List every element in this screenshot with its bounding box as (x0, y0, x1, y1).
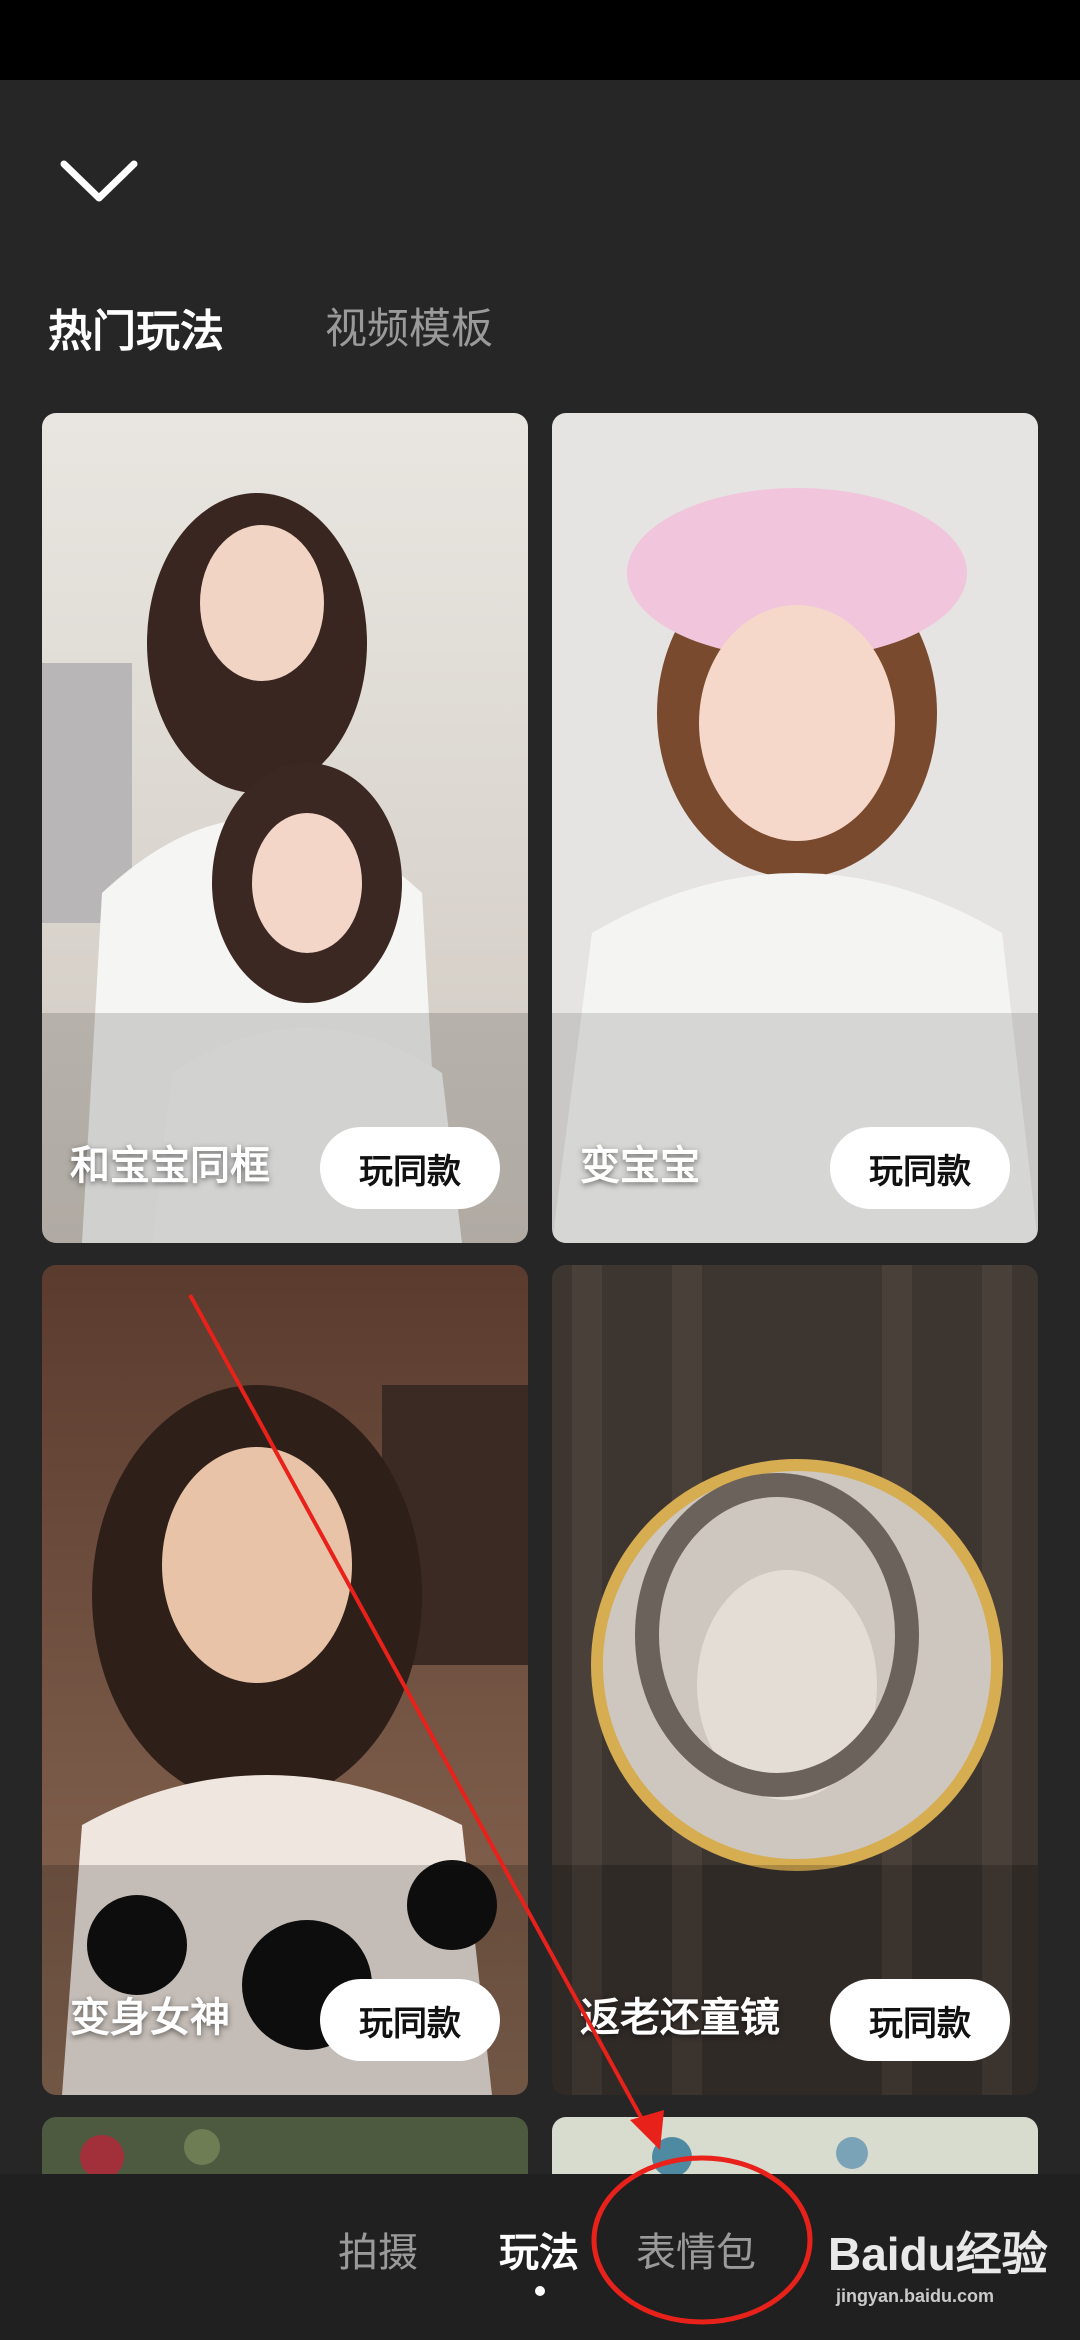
play-same-button[interactable]: 玩同款 (830, 1127, 1010, 1209)
nav-effects[interactable]: 玩法 (499, 2220, 579, 2278)
card-thumbnail (552, 413, 1038, 1243)
active-indicator (535, 2286, 545, 2296)
play-same-button[interactable]: 玩同款 (830, 1979, 1010, 2061)
watermark-logo: Baidu经验 (828, 2228, 1048, 2280)
card-thumbnail (552, 2117, 1038, 2177)
collapse-button[interactable] (58, 150, 140, 210)
watermark-url: jingyan.baidu.com (836, 2286, 995, 2306)
tab-video-templates[interactable]: 视频模板 (325, 295, 493, 356)
watermark: Baidu经验 jingyan.baidu.com (828, 2218, 1048, 2307)
card-title: 和宝宝同框 (70, 1144, 270, 1188)
effect-card[interactable]: 和宝宝同框 玩同款 (42, 413, 528, 1243)
card-title: 返老还童镜 (580, 1996, 780, 2040)
card-title: 变身女神 (70, 1996, 230, 2040)
card-thumbnail (42, 413, 528, 1243)
effect-card[interactable]: 变宝宝 玩同款 (552, 413, 1038, 1243)
effect-card[interactable] (42, 2117, 528, 2177)
nav-stickers[interactable]: 表情包 (636, 2220, 756, 2278)
nav-shoot[interactable]: 拍摄 (338, 2220, 418, 2278)
status-bar (0, 0, 1080, 80)
effect-card[interactable] (552, 2117, 1038, 2177)
chevron-down-icon (60, 160, 138, 202)
card-title: 变宝宝 (580, 1144, 700, 1188)
card-thumbnail (42, 1265, 528, 2095)
effect-card[interactable]: 变身女神 玩同款 (42, 1265, 528, 2095)
play-same-button[interactable]: 玩同款 (320, 1979, 500, 2061)
tab-hot-effects[interactable]: 热门玩法 (48, 295, 224, 359)
play-same-button[interactable]: 玩同款 (320, 1127, 500, 1209)
card-thumbnail (552, 1265, 1038, 2095)
effect-card[interactable]: 返老还童镜 玩同款 (552, 1265, 1038, 2095)
card-thumbnail (42, 2117, 528, 2177)
